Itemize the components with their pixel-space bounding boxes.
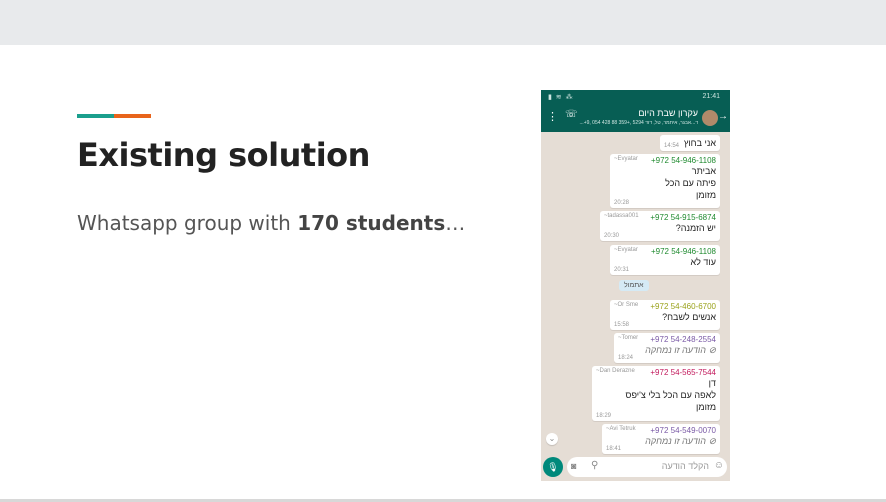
message-sender: ~tadassa001 +972 54-915-6874	[604, 213, 716, 222]
status-icons: ▮ ≋ ⁂	[548, 94, 574, 101]
message-sender: ~Evyatar +972 54-946-1108	[614, 247, 716, 256]
accent-bar-orange	[114, 114, 151, 118]
slide-body: Whatsapp group with 170 students…	[77, 211, 465, 235]
message-text: ⊘ הודעה זו נמחקה	[645, 436, 716, 446]
sender-nick: ~Avi Tetruk	[606, 426, 636, 432]
message-bubble[interactable]: אני בחוץ 14:54	[660, 135, 720, 151]
accent-bar-teal	[77, 114, 114, 118]
whatsapp-screenshot: ▮ ≋ ⁂ 21:41 ⋮ ☏ עקרון שבת היום ...+9, 05…	[541, 90, 730, 481]
message-time: 18:29	[596, 413, 612, 419]
sender-nick: ~Evyatar	[614, 247, 638, 253]
message-time: 20:31	[614, 267, 630, 273]
body-suffix: …	[445, 211, 466, 235]
message-time: 18:24	[618, 355, 634, 361]
message-text: עוד לא	[690, 257, 716, 267]
body-prefix: Whatsapp group with	[77, 211, 298, 235]
mic-icon: 🎙	[547, 462, 559, 472]
message-bubble[interactable]: ~Or Sme +972 54-460-6700 אנשים לשבח? 15:58	[610, 300, 720, 330]
message-sender: ~Avi Tetruk +972 54-549-0070	[606, 426, 716, 435]
slide-title: Existing solution	[77, 136, 370, 174]
message-bubble[interactable]: ~Evyatar +972 54-946-1108 עוד לא 20:31	[610, 245, 720, 275]
message-time: 20:30	[604, 233, 620, 239]
message-text: מזומן	[696, 190, 716, 200]
message-text: לאפה עם הכל בלי צ'יפס	[625, 390, 716, 400]
sender-number[interactable]: +972 54-460-6700	[650, 302, 716, 311]
message-sender: ~Evyatar +972 54-946-1108	[614, 156, 716, 165]
message-time: 20:28	[614, 200, 630, 206]
message-text: מזומן	[696, 402, 716, 412]
message-text: דן	[708, 378, 716, 388]
sender-nick: ~Tomer	[618, 335, 639, 341]
sender-number[interactable]: +972 54-565-7544	[650, 368, 716, 377]
message-text: יש הזמנה?	[675, 223, 716, 233]
message-sender: ~Or Sme +972 54-460-6700	[614, 302, 716, 311]
sender-nick: ~Evyatar	[614, 156, 638, 162]
mic-button[interactable]: 🎙	[543, 457, 563, 477]
sender-number[interactable]: +972 54-915-6874	[650, 213, 716, 222]
back-arrow-icon[interactable]: →	[718, 111, 728, 122]
camera-icon[interactable]: ◙	[571, 461, 576, 471]
sender-number[interactable]: +972 54-946-1108	[651, 156, 716, 165]
phone-call-icon[interactable]: ☏	[565, 109, 578, 120]
message-bubble[interactable]: ~tadassa001 +972 54-915-6874 יש הזמנה? 20:3…	[600, 211, 720, 241]
sender-number[interactable]: +972 54-946-1108	[651, 247, 716, 256]
message-bubble[interactable]: ~Evyatar +972 54-946-1108 אביתר פיתה עם הכל…	[610, 154, 720, 208]
group-avatar[interactable]	[702, 110, 718, 126]
message-bubble[interactable]: ~Tomer +972 54-248-2554 ⊘ הודעה זו נמחקה 18…	[614, 333, 720, 363]
chat-header[interactable]: ⋮ ☏ עקרון שבת היום ...+9, 054 428 88 359…	[541, 104, 730, 132]
message-bubble[interactable]: ~Avi Tetruk +972 54-549-0070 ⊘ הודעה זו נמ…	[602, 424, 720, 454]
emoji-icon[interactable]: ☺	[714, 460, 724, 471]
message-text: פיתה עם הכל	[665, 178, 716, 188]
status-time: 21:41	[702, 93, 720, 100]
scroll-down-icon[interactable]: ⌄	[546, 433, 558, 445]
message-input[interactable]	[607, 460, 711, 472]
group-name: עקרון שבת היום	[638, 108, 698, 118]
message-time: 14:54	[664, 143, 680, 149]
message-time: 15:58	[614, 322, 630, 328]
status-bar: ▮ ≋ ⁂ 21:41	[541, 90, 730, 104]
message-bubble[interactable]: ~Dan Derazne +972 54-565-7544 דן לאפה עם הכ…	[592, 366, 720, 421]
message-sender: ~Dan Derazne +972 54-565-7544	[596, 368, 716, 377]
attach-icon[interactable]: ⚲	[591, 460, 598, 471]
sender-nick: ~tadassa001	[604, 213, 639, 219]
message-text: אביתר	[691, 166, 716, 176]
sender-nick: ~Dan Derazne	[596, 368, 635, 374]
sender-nick: ~Or Sme	[614, 302, 639, 308]
sender-number[interactable]: +972 54-549-0070	[650, 426, 716, 435]
group-members: ...+9, 054 428 88 359+, 5294 ד...אבגר, א…	[579, 120, 698, 126]
sender-number[interactable]: +972 54-248-2554	[650, 335, 716, 344]
menu-dots-icon[interactable]: ⋮	[547, 110, 558, 123]
body-bold: 170 students	[297, 211, 446, 235]
message-time: 18:41	[606, 446, 622, 452]
message-text: אנשים לשבח?	[662, 312, 716, 322]
date-pill: אתמול	[619, 280, 649, 291]
message-input-bar[interactable]: ◙ ⚲ ☺	[567, 457, 727, 477]
top-bar	[0, 0, 886, 45]
message-sender: ~Tomer +972 54-248-2554	[618, 335, 716, 344]
